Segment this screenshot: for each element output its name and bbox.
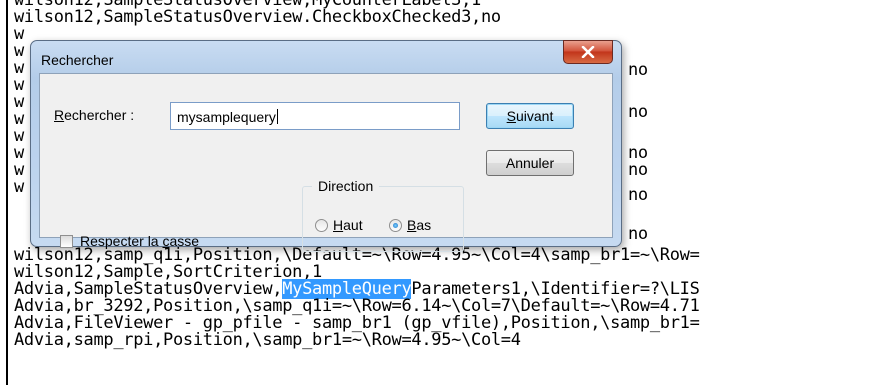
dialog-client-area: Rechercher : mysamplequery Suivant Annul…	[39, 73, 613, 252]
editor-line: w	[14, 177, 24, 197]
search-label: Rechercher :	[54, 107, 135, 123]
match-case-checkbox[interactable]	[60, 235, 73, 248]
direction-group	[302, 186, 464, 252]
next-button[interactable]: Suivant	[486, 103, 574, 129]
radio-down-label[interactable]: Bas	[407, 217, 431, 233]
radio-down[interactable]	[389, 219, 402, 232]
radio-up[interactable]	[315, 219, 328, 232]
editor-fragment: no	[628, 60, 648, 80]
search-input[interactable]: mysamplequery	[170, 102, 460, 130]
text-cursor	[276, 109, 278, 124]
editor-fragment: no	[628, 160, 648, 180]
direction-group-title: Direction	[312, 178, 380, 194]
editor-line: Advia,samp_rpi,Position,\samp_br1=~\Row=…	[14, 330, 521, 350]
editor-fragment: no	[628, 224, 648, 244]
close-icon	[581, 46, 595, 58]
close-button[interactable]	[563, 40, 613, 64]
radio-up-label[interactable]: Haut	[333, 217, 363, 233]
dialog-title: Rechercher	[41, 52, 114, 68]
find-dialog: Rechercher Rechercher : mysamplequery Su…	[30, 40, 622, 252]
editor-fragment: no	[628, 185, 648, 205]
editor-left-border	[6, 0, 8, 385]
editor-line: wilson12,SampleStatusOverview.CheckboxCh…	[14, 7, 501, 27]
match-case-label[interactable]: Respecter la casse	[80, 233, 199, 249]
cancel-button[interactable]: Annuler	[486, 150, 574, 176]
editor-fragment: no	[628, 102, 648, 122]
